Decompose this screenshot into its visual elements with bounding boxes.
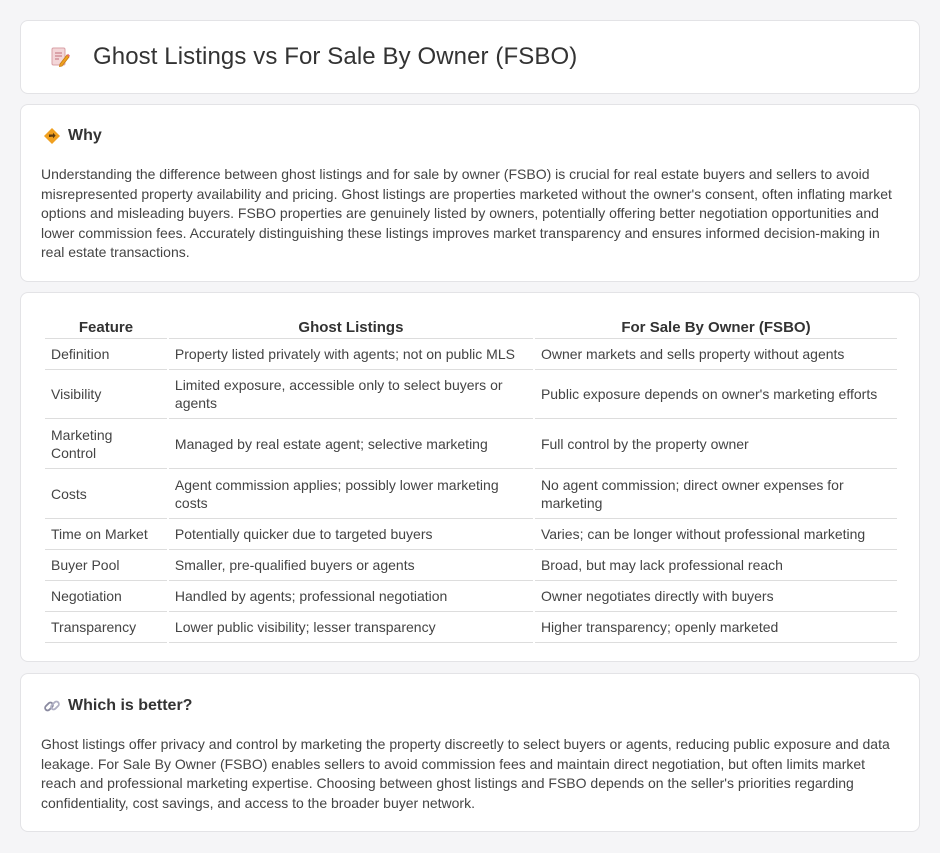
feature-cell: Buyer Pool xyxy=(45,550,167,581)
ghost-cell: Smaller, pre-qualified buyers or agents xyxy=(168,550,533,581)
feature-cell: Marketing Control xyxy=(45,419,167,469)
better-heading: Which is better? xyxy=(68,697,193,714)
comparison-section: Feature Ghost Listings For Sale By Owner… xyxy=(20,292,920,662)
ghost-cell: Potentially quicker due to targeted buye… xyxy=(168,519,533,550)
column-header-feature: Feature xyxy=(45,315,167,339)
table-row: Time on Market Potentially quicker due t… xyxy=(45,519,897,550)
ghost-cell: Lower public visibility; lesser transpar… xyxy=(168,612,533,643)
feature-cell: Negotiation xyxy=(45,581,167,612)
why-heading-row: Why xyxy=(43,127,102,145)
comparison-table: Feature Ghost Listings For Sale By Owner… xyxy=(43,315,899,643)
ghost-cell: Agent commission applies; possibly lower… xyxy=(168,469,533,519)
table-header-row: Feature Ghost Listings For Sale By Owner… xyxy=(45,315,897,339)
which-is-better-section: Which is better? Ghost listings offer pr… xyxy=(20,673,920,832)
document-pencil-icon xyxy=(47,44,73,70)
feature-cell: Definition xyxy=(45,339,167,370)
table-row: Buyer Pool Smaller, pre-qualified buyers… xyxy=(45,550,897,581)
why-body: Understanding the difference between gho… xyxy=(41,166,892,260)
why-section: Why Understanding the difference between… xyxy=(20,104,920,282)
ghost-cell: Managed by real estate agent; selective … xyxy=(168,419,533,469)
table-row: Definition Property listed privately wit… xyxy=(45,339,897,370)
column-header-fsbo: For Sale By Owner (FSBO) xyxy=(534,315,897,339)
fsbo-cell: Owner markets and sells property without… xyxy=(534,339,897,370)
fsbo-cell: Public exposure depends on owner's marke… xyxy=(534,370,897,419)
ghost-cell: Limited exposure, accessible only to sel… xyxy=(168,370,533,419)
feature-cell: Time on Market xyxy=(45,519,167,550)
feature-cell: Costs xyxy=(45,469,167,519)
link-icon xyxy=(43,697,61,715)
fsbo-cell: Full control by the property owner xyxy=(534,419,897,469)
why-heading: Why xyxy=(68,127,102,144)
table-row: Marketing Control Managed by real estate… xyxy=(45,419,897,469)
ghost-cell: Handled by agents; professional negotiat… xyxy=(168,581,533,612)
better-heading-row: Which is better? xyxy=(43,697,192,715)
fsbo-cell: Varies; can be longer without profession… xyxy=(534,519,897,550)
title-card: Ghost Listings vs For Sale By Owner (FSB… xyxy=(20,20,920,94)
column-header-ghost-listings: Ghost Listings xyxy=(168,315,533,339)
table-row: Transparency Lower public visibility; le… xyxy=(45,612,897,643)
fsbo-cell: No agent commission; direct owner expens… xyxy=(534,469,897,519)
fsbo-cell: Higher transparency; openly marketed xyxy=(534,612,897,643)
page-title: Ghost Listings vs For Sale By Owner (FSB… xyxy=(93,43,578,70)
table-row: Costs Agent commission applies; possibly… xyxy=(45,469,897,519)
table-row: Visibility Limited exposure, accessible … xyxy=(45,370,897,419)
fsbo-cell: Owner negotiates directly with buyers xyxy=(534,581,897,612)
diamond-direction-icon xyxy=(43,127,61,145)
feature-cell: Transparency xyxy=(45,612,167,643)
fsbo-cell: Broad, but may lack professional reach xyxy=(534,550,897,581)
better-body: Ghost listings offer privacy and control… xyxy=(41,736,890,811)
ghost-cell: Property listed privately with agents; n… xyxy=(168,339,533,370)
table-row: Negotiation Handled by agents; professio… xyxy=(45,581,897,612)
feature-cell: Visibility xyxy=(45,370,167,419)
